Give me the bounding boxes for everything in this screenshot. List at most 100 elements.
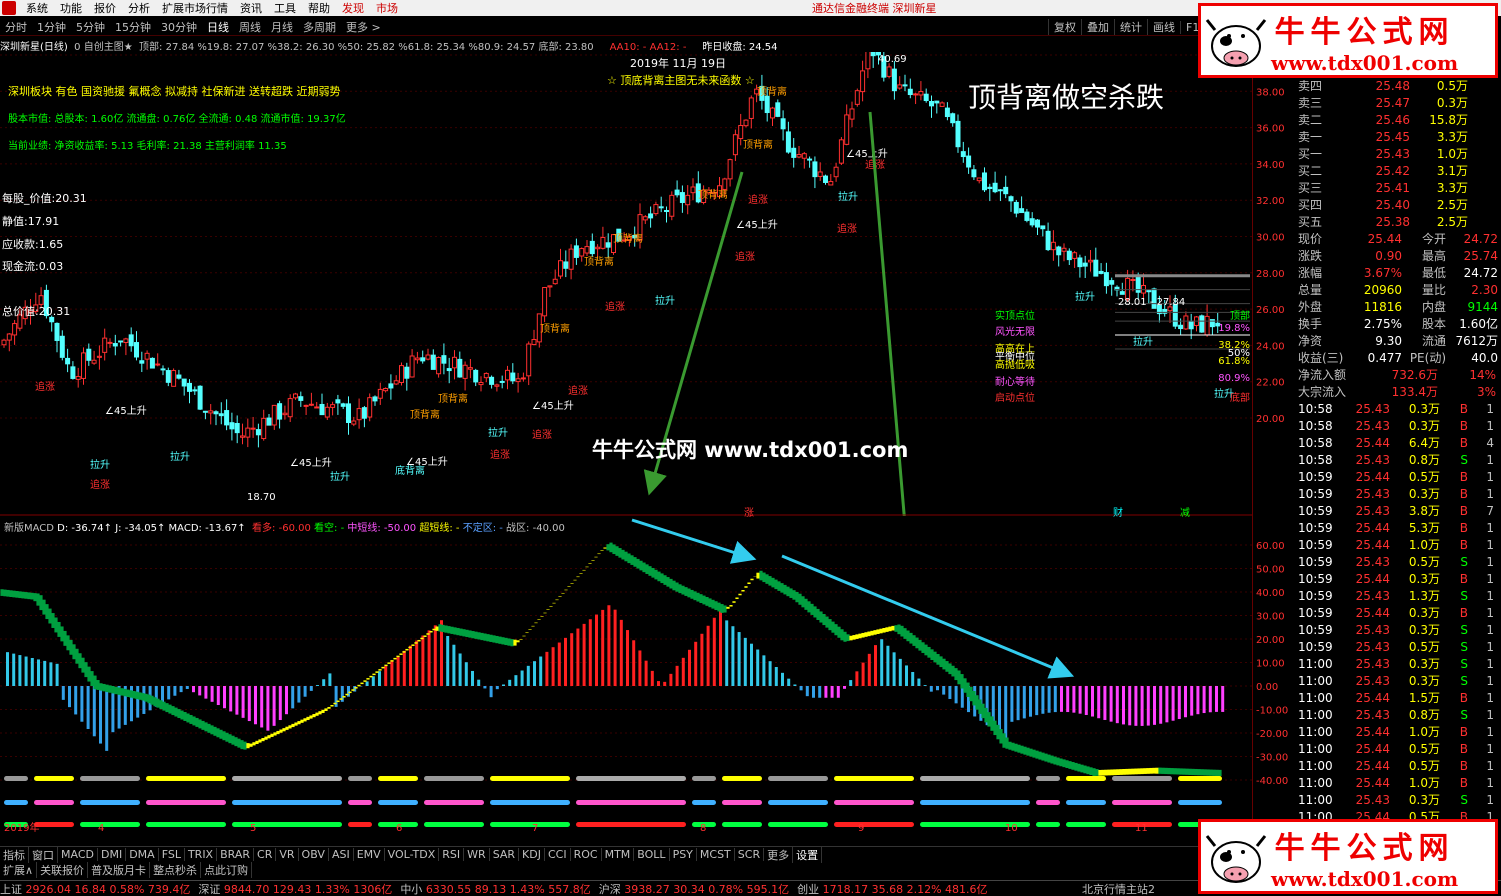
macd-bar <box>254 686 257 725</box>
ad-banner-bottom[interactable]: 牛牛公式网 www.tdx001.com <box>1198 819 1498 894</box>
indicator-tab[interactable]: OBV <box>299 848 329 861</box>
indicator-tab[interactable]: CR <box>254 848 277 861</box>
indicator-tab[interactable]: SCR <box>735 848 765 861</box>
extension-tab[interactable]: 扩展∧ <box>0 862 38 878</box>
period-multi[interactable]: 多周期 <box>298 19 341 35</box>
period-5min[interactable]: 5分钟 <box>71 19 110 35</box>
chart-info-line: 深圳新星(日线) 0 自创主图★ 顶部: 27.84 %19.8: 27.07 … <box>0 38 1250 53</box>
indicator-tab[interactable]: ASI <box>329 848 354 861</box>
indicator-tab[interactable]: BRAR <box>217 848 255 861</box>
indicator-tab[interactable]: FSL <box>159 848 185 861</box>
quote-cell: B <box>1459 435 1468 450</box>
period-monthly[interactable]: 月线 <box>266 19 298 35</box>
signal-strip <box>834 776 914 781</box>
indicator-tab[interactable]: MACD <box>58 848 98 861</box>
candle <box>1035 218 1040 236</box>
period-fenshi[interactable]: 分时 <box>0 19 32 35</box>
macd-bar <box>960 686 964 708</box>
indicator-tab[interactable]: EMV <box>354 848 385 861</box>
menu-system[interactable]: 系统 <box>20 0 54 16</box>
per-share-value: 每股_价值:20.31 <box>2 192 87 205</box>
menu-discover[interactable]: 发现 <box>336 0 370 16</box>
quote-cell: PE(动) <box>1409 351 1446 365</box>
quote-cell: 3.67% <box>1363 265 1402 280</box>
quote-cell: 10:59 <box>1298 469 1333 484</box>
quote-cell: 0.5万 <box>1408 640 1440 654</box>
menu-market[interactable]: 市场 <box>370 0 404 16</box>
candle <box>1130 270 1136 292</box>
quote-cell: 25.44 <box>1355 690 1390 705</box>
menu-quote[interactable]: 报价 <box>88 0 122 16</box>
signal-strip <box>378 800 418 805</box>
candle <box>1013 199 1019 218</box>
menu-info[interactable]: 资讯 <box>234 0 268 16</box>
macd-axis-label: -20.00 <box>1256 729 1288 740</box>
indicator-tab[interactable]: CCI <box>545 848 571 861</box>
indicator-tab[interactable]: VR <box>276 848 299 861</box>
macd-bar <box>719 609 722 686</box>
cashflow-value: 现金流:0.03 <box>2 260 64 273</box>
extension-tab[interactable]: 点此订购 <box>201 862 253 878</box>
indicator-tab[interactable]: 更多 <box>764 846 794 863</box>
macd-bar <box>1053 686 1057 713</box>
candle <box>377 382 383 405</box>
index-status[interactable]: 沪深 3938.27 30.34 0.78% 595.1亿 <box>599 881 789 896</box>
index-status[interactable]: 上证 2926.04 16.84 0.58% 739.4亿 <box>0 881 190 896</box>
menu-function[interactable]: 功能 <box>54 0 88 16</box>
indicator-tab[interactable]: MTM <box>602 848 635 861</box>
period-weekly[interactable]: 周线 <box>234 19 266 35</box>
candle <box>70 361 76 380</box>
time-axis-label: 4 <box>98 823 104 834</box>
indicator-tab[interactable]: VOL-TDX <box>385 848 440 861</box>
indicator-tab[interactable]: SAR <box>490 848 520 861</box>
candle <box>817 162 823 181</box>
index-status[interactable]: 中小 6330.55 89.13 1.43% 557.8亿 <box>400 881 590 896</box>
indicator-tab[interactable]: PSY <box>670 848 697 861</box>
indicator-tab[interactable]: 指标 <box>0 846 29 863</box>
period-more[interactable]: 更多 > <box>341 19 386 35</box>
extension-tab[interactable]: 普及版月卡 <box>88 862 151 878</box>
macd-chart[interactable]: 2019年 4 5 6 7 8 9 10 11 <box>0 518 1252 834</box>
macd-bar <box>136 686 140 718</box>
macd-bar <box>886 645 890 686</box>
menu-ext-market[interactable]: 扩展市场行情 <box>156 0 234 16</box>
indicator-tab[interactable]: DMI <box>98 848 127 861</box>
candle <box>1103 262 1109 294</box>
macd-bar <box>663 681 667 686</box>
index-status[interactable]: 深证 9844.70 129.43 1.33% 1306亿 <box>198 881 392 896</box>
stats-button[interactable]: 统计 <box>1114 19 1147 35</box>
candle <box>192 386 198 395</box>
period-1min[interactable]: 1分钟 <box>32 19 71 35</box>
ad-banner-top[interactable]: 牛牛公式网 www.tdx001.com <box>1198 3 1498 78</box>
indicator-tab[interactable]: 窗口 <box>29 846 58 863</box>
indicator-tab[interactable]: RSI <box>439 848 465 861</box>
indicator-tab[interactable]: DMA <box>126 848 159 861</box>
period-15min[interactable]: 15分钟 <box>110 19 156 35</box>
indicator-tab[interactable]: BOLL <box>634 848 670 861</box>
macd-bar <box>762 655 766 686</box>
index-status[interactable]: 创业 1718.17 35.68 2.12% 481.6亿 <box>797 881 987 896</box>
tick-row: 11:00 25.44 1.0万 B 1 <box>1298 723 1501 740</box>
signal-strip <box>4 800 28 805</box>
period-30min[interactable]: 30分钟 <box>156 19 202 35</box>
menu-tools[interactable]: 工具 <box>268 0 302 16</box>
indicator-tab[interactable]: ROC <box>571 848 602 861</box>
signal-strip <box>722 822 762 827</box>
period-daily[interactable]: 日线 <box>202 19 234 35</box>
extension-tab[interactable]: 整点秒杀 <box>150 862 202 878</box>
indicator-tab[interactable]: MCST <box>697 848 735 861</box>
menu-help[interactable]: 帮助 <box>302 0 336 16</box>
fuquan-button[interactable]: 复权 <box>1048 19 1081 35</box>
indicator-tab[interactable]: WR <box>464 848 490 861</box>
indicator-tab[interactable]: TRIX <box>185 848 218 861</box>
indicator-tab[interactable]: 设置 <box>793 846 823 863</box>
candle <box>340 402 346 410</box>
indicator-tab[interactable]: KDJ <box>519 848 545 861</box>
macd-bar <box>1060 686 1063 712</box>
overlay-button[interactable]: 叠加 <box>1081 19 1114 35</box>
extension-tab[interactable]: 关联报价 <box>37 862 89 878</box>
draw-line-button[interactable]: 画线 <box>1147 19 1180 35</box>
candle <box>844 104 850 146</box>
candle <box>1066 248 1072 266</box>
menu-analysis[interactable]: 分析 <box>122 0 156 16</box>
